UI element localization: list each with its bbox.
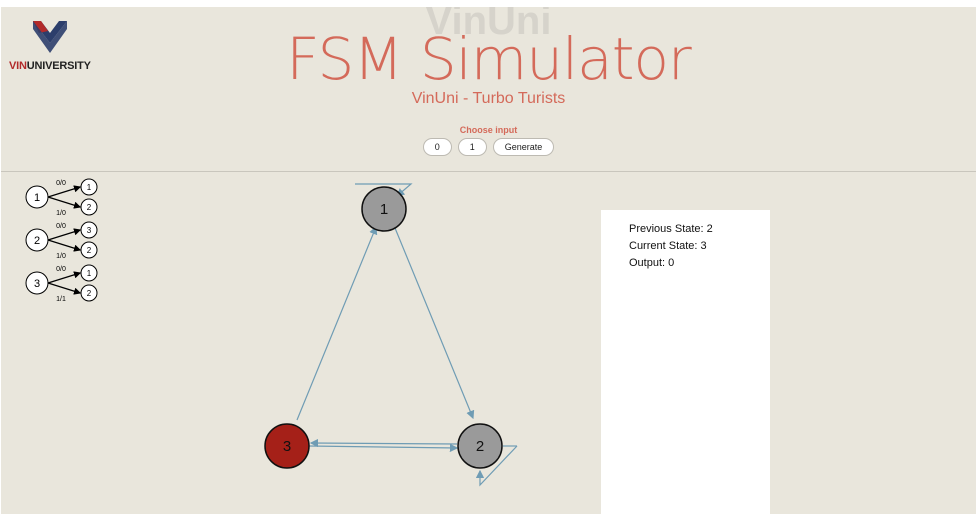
input-controls: 0 1 Generate [1,138,976,156]
app-frame: VINUNIVERSITY VinUni FSM Simulator VinUn… [1,7,976,514]
status-panel: Previous State: 2 Current State: 3 Outpu… [601,210,770,514]
state-label: 3 [283,438,291,455]
current-state-text: Current State: 3 [629,240,707,252]
edge-2-to-3 [309,438,458,448]
previous-state-text: Previous State: 2 [629,223,713,235]
edge-3-to-2 [308,443,459,453]
page-title: FSM Simulator [286,25,692,93]
state-label: 2 [476,438,484,455]
edge-1-to-2 [394,227,475,420]
generate-button[interactable]: Generate [492,138,555,156]
output-text: Output: 0 [629,257,675,269]
state-node-2[interactable]: 2 [457,423,503,469]
edge-3-to-1 [296,225,378,421]
input-1-button[interactable]: 1 [457,138,487,156]
choose-input-label: Choose input [459,125,518,135]
page-subtitle: VinUni - Turbo Turists [411,90,566,107]
fsm-graph: 1 2 3 [264,183,518,487]
state-node-1[interactable]: 1 [361,186,407,232]
state-node-3[interactable]: 3 [264,423,310,469]
state-label: 1 [380,201,388,218]
input-0-button[interactable]: 0 [422,138,452,156]
